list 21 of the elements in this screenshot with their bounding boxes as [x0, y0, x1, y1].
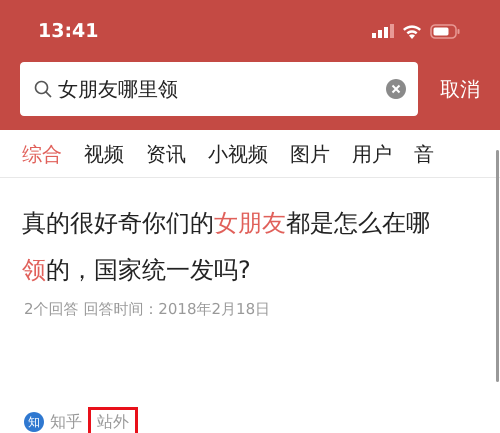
tab[interactable]: 用户 — [352, 138, 392, 168]
tab[interactable]: 音 — [414, 138, 434, 168]
status-time: 13:41 — [38, 18, 98, 44]
clear-icon[interactable] — [386, 79, 406, 99]
battery-icon — [430, 24, 460, 38]
source-name: 知乎 — [50, 410, 82, 432]
result-title[interactable]: 真的很好奇你们的女朋友都是怎么在哪 领的，国家统一发吗? — [22, 200, 447, 294]
result-meta: 2个回答 回答时间：2018年2月18日 — [24, 299, 272, 320]
tab[interactable]: 图片 — [290, 138, 330, 168]
tab[interactable]: 小视频 — [208, 138, 268, 168]
wifi-icon — [402, 24, 422, 38]
signal-icon — [372, 24, 394, 38]
source-logo-icon: 知 — [24, 412, 44, 432]
cancel-button[interactable]: 取消 — [440, 74, 480, 104]
tab[interactable]: 资讯 — [146, 138, 186, 168]
search-icon — [34, 80, 52, 98]
tab[interactable]: 综合 — [22, 138, 62, 168]
search-input[interactable]: 女朋友哪里领 — [52, 74, 386, 104]
search-field[interactable]: 女朋友哪里领 — [20, 62, 418, 116]
tab[interactable]: 视频 — [84, 138, 124, 168]
source-tag: 站外 — [88, 406, 138, 433]
